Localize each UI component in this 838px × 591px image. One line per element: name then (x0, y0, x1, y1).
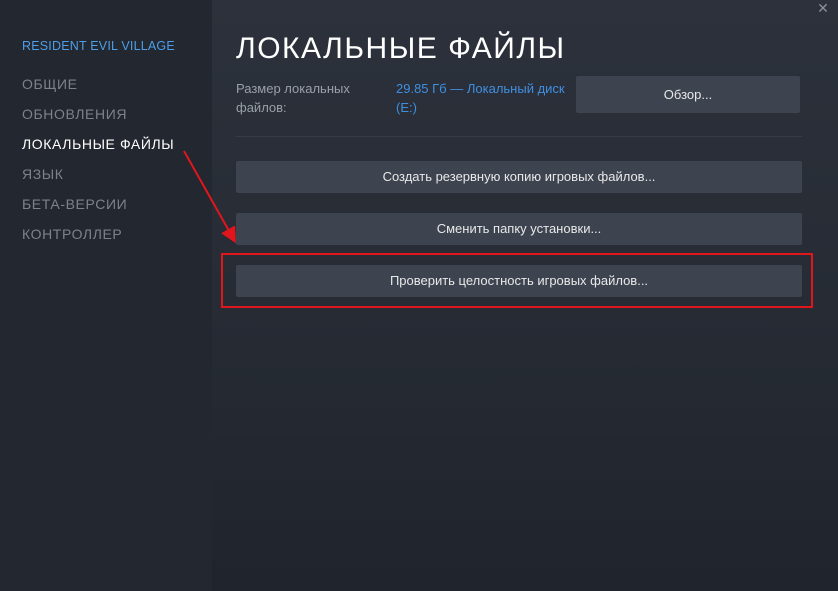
close-icon[interactable]: ✕ (814, 0, 832, 18)
browse-button[interactable]: Обзор... (576, 76, 800, 113)
size-value: 29.85 Гб — Локальный диск (E:) (396, 81, 565, 115)
size-label: Размер локальных файлов: (236, 81, 350, 115)
backup-files-button[interactable]: Создать резервную копию игровых файлов..… (236, 161, 802, 193)
page-title: ЛОКАЛЬНЫЕ ФАЙЛЫ (236, 32, 566, 65)
main-panel: ЛОКАЛЬНЫЕ ФАЙЛЫ Размер локальных файлов:… (212, 0, 838, 591)
sidebar-item-language[interactable]: ЯЗЫК (22, 159, 212, 189)
game-title: RESIDENT EVIL VILLAGE (22, 39, 175, 53)
sidebar-item-updates[interactable]: ОБНОВЛЕНИЯ (22, 99, 212, 129)
sidebar-item-general[interactable]: ОБЩИЕ (22, 69, 212, 99)
move-install-folder-button[interactable]: Сменить папку установки... (236, 213, 802, 245)
properties-window: RESIDENT EVIL VILLAGE ОБЩИЕ ОБНОВЛЕНИЯ Л… (0, 0, 838, 591)
verify-integrity-button[interactable]: Проверить целостность игровых файлов... (236, 265, 802, 297)
sidebar-item-controller[interactable]: КОНТРОЛЛЕР (22, 219, 212, 249)
sidebar-item-local-files[interactable]: ЛОКАЛЬНЫЕ ФАЙЛЫ (22, 129, 212, 159)
sidebar: RESIDENT EVIL VILLAGE ОБЩИЕ ОБНОВЛЕНИЯ Л… (0, 0, 212, 591)
local-files-size-row: Размер локальных файлов: 29.85 Гб — Лока… (236, 76, 802, 127)
sidebar-item-betas[interactable]: БЕТА-ВЕРСИИ (22, 189, 212, 219)
divider (236, 136, 802, 137)
